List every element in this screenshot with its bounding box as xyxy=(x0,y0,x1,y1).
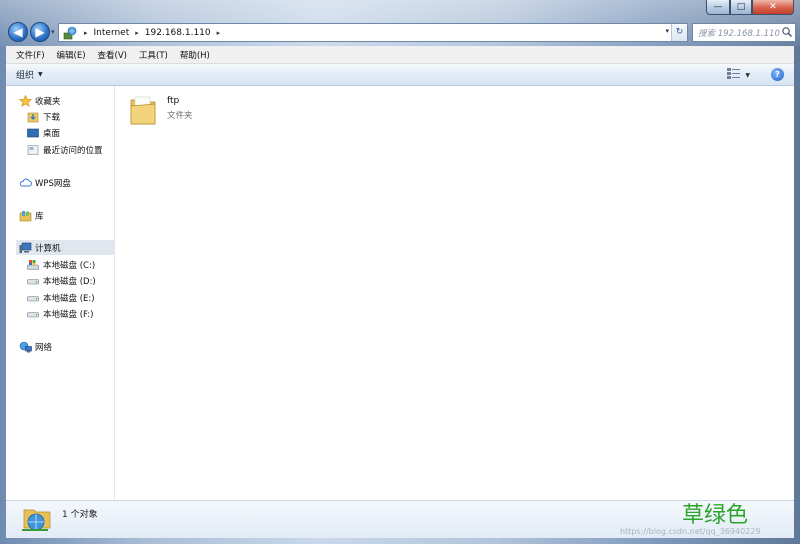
tree-label: 网络 xyxy=(35,342,53,353)
close-button[interactable]: ✕ xyxy=(752,0,794,15)
tree-label: 本地磁盘 (F:) xyxy=(43,309,94,320)
organize-label: 组织 xyxy=(16,71,35,81)
navigation-pane: 收藏夹 下载 桌面 最近访问的位置 WPS网盘 库 计算机 本地磁盘 (C:) … xyxy=(6,86,115,500)
watermark-text: 草绿色 xyxy=(682,503,749,528)
breadcrumb-host[interactable]: 192.168.1.110 xyxy=(145,28,211,38)
organize-button[interactable]: 组织 ▼ xyxy=(16,68,43,81)
forward-button[interactable]: ▶ xyxy=(30,22,50,42)
explorer-body: 收藏夹 下载 桌面 最近访问的位置 WPS网盘 库 计算机 本地磁盘 (C:) … xyxy=(6,86,794,500)
cloud-icon xyxy=(19,177,32,189)
hard-drive-icon xyxy=(27,292,40,304)
tree-label: 本地磁盘 (C:) xyxy=(43,260,96,271)
tree-drive-d[interactable]: 本地磁盘 (D:) xyxy=(27,273,96,288)
system-drive-icon xyxy=(27,259,40,271)
menu-bar: 文件(F) 编辑(E) 查看(V) 工具(T) 帮助(H) xyxy=(6,46,794,64)
tree-recent-places[interactable]: 最近访问的位置 xyxy=(27,142,103,157)
tree-favorites[interactable]: 收藏夹 xyxy=(18,93,61,108)
file-type: 文件夹 xyxy=(167,111,193,121)
breadcrumb-separator[interactable]: ▸ xyxy=(135,29,139,37)
tree-label: 本地磁盘 (E:) xyxy=(43,293,95,304)
file-list: ftp 文件夹 xyxy=(116,86,794,500)
tree-network[interactable]: 网络 xyxy=(19,339,52,354)
chevron-down-icon: ▼ xyxy=(38,71,43,78)
tree-label: 下载 xyxy=(43,112,61,123)
tree-drive-c[interactable]: 本地磁盘 (C:) xyxy=(27,257,95,272)
tree-label: WPS网盘 xyxy=(35,178,71,189)
tree-desktop[interactable]: 桌面 xyxy=(27,125,60,140)
minimize-button[interactable]: — xyxy=(706,0,730,15)
window-frame: — □ ✕ ◀ ▶ ▾ ▸ Internet ▸ 192.168.1.110 ▸… xyxy=(0,0,800,544)
menu-file[interactable]: 文件(F) xyxy=(10,49,51,61)
address-dropdown[interactable]: ▾ xyxy=(665,27,669,35)
tree-libraries[interactable]: 库 xyxy=(19,208,44,223)
tree-label: 本地磁盘 (D:) xyxy=(43,276,96,287)
recent-pages-dropdown[interactable]: ▾ xyxy=(51,28,55,36)
tree-drive-e[interactable]: 本地磁盘 (E:) xyxy=(27,290,95,305)
libraries-icon xyxy=(19,210,32,222)
hard-drive-icon xyxy=(27,308,40,320)
tree-label: 库 xyxy=(35,211,44,222)
file-name: ftp xyxy=(167,96,180,106)
address-bar[interactable]: ▸ Internet ▸ 192.168.1.110 ▸ ▾ ↻ xyxy=(58,23,688,42)
help-button[interactable]: ? xyxy=(771,68,784,81)
downloads-folder-icon xyxy=(27,111,40,123)
navigation-row: ◀ ▶ ▾ ▸ Internet ▸ 192.168.1.110 ▸ ▾ ↻ 搜… xyxy=(6,20,796,44)
tree-label: 桌面 xyxy=(43,128,61,139)
search-box[interactable]: 搜索 192.168.1.110 xyxy=(692,23,796,42)
tree-wps-cloud[interactable]: WPS网盘 xyxy=(19,175,71,190)
tree-label: 最近访问的位置 xyxy=(43,145,103,156)
menu-view[interactable]: 查看(V) xyxy=(92,49,133,61)
folder-icon xyxy=(130,94,156,126)
file-item[interactable]: ftp 文件夹 xyxy=(130,92,250,128)
watermark-url: https://blog.csdn.net/qq_36940229 xyxy=(620,527,761,536)
desktop-icon xyxy=(27,127,40,139)
chevron-down-icon[interactable]: ▼ xyxy=(745,72,750,79)
hard-drive-icon xyxy=(27,275,40,287)
network-icon xyxy=(19,341,32,353)
view-options-icon xyxy=(727,68,741,82)
breadcrumb-separator[interactable]: ▸ xyxy=(217,29,221,37)
tree-downloads[interactable]: 下载 xyxy=(27,109,60,124)
menu-help[interactable]: 帮助(H) xyxy=(174,49,216,61)
caption-buttons: — □ ✕ xyxy=(706,0,794,15)
tree-drive-f[interactable]: 本地磁盘 (F:) xyxy=(27,306,93,321)
recent-places-icon xyxy=(27,144,40,156)
tree-label: 计算机 xyxy=(35,243,61,254)
network-location-icon xyxy=(62,26,78,40)
computer-icon xyxy=(19,242,32,254)
back-button[interactable]: ◀ xyxy=(8,22,28,42)
tree-label: 收藏夹 xyxy=(35,96,61,107)
search-icon[interactable] xyxy=(781,26,795,40)
tree-computer[interactable]: 计算机 xyxy=(16,240,114,255)
search-input[interactable]: 搜索 192.168.1.110 xyxy=(693,27,781,39)
breadcrumb-separator[interactable]: ▸ xyxy=(84,29,88,37)
refresh-button[interactable]: ↻ xyxy=(671,24,687,41)
maximize-button[interactable]: □ xyxy=(730,0,752,15)
network-folder-icon xyxy=(20,504,54,534)
item-count: 1 个对象 xyxy=(62,510,98,520)
menu-edit[interactable]: 编辑(E) xyxy=(51,49,92,61)
command-bar: 组织 ▼ ▼ ? xyxy=(6,64,794,86)
change-view-button[interactable]: ▼ xyxy=(727,68,750,82)
breadcrumb-internet[interactable]: Internet xyxy=(94,28,130,38)
star-icon xyxy=(18,94,33,107)
menu-tools[interactable]: 工具(T) xyxy=(133,49,174,61)
